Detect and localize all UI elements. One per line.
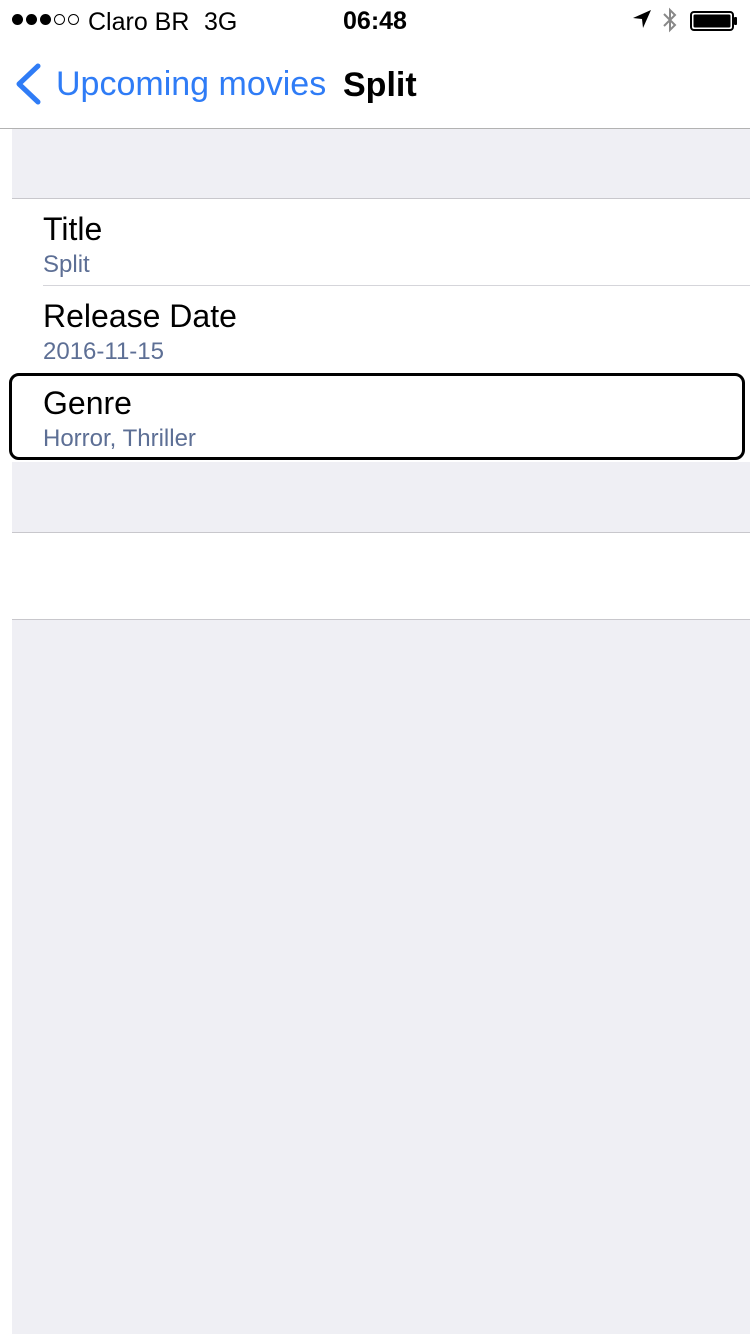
detail-value: Horror, Thriller [43,425,196,452]
location-arrow-icon [633,10,651,28]
empty-table-row[interactable] [12,533,750,620]
page-title: Split [343,66,417,104]
detail-label: Title [43,211,103,247]
detail-row-genre[interactable]: Genre Horror, Thriller [9,373,750,460]
back-button-label: Upcoming movies [56,64,327,103]
section-header [12,129,750,199]
detail-value: Split [43,251,90,278]
table-background [12,620,750,1334]
detail-label: Release Date [43,298,237,334]
detail-label: Genre [43,385,132,421]
bluetooth-icon [663,7,677,33]
status-bar: Claro BR 3G 06:48 [0,0,750,40]
movie-details-table: Title Split Release Date 2016-11-15 Genr… [9,199,750,460]
detail-row-title[interactable]: Title Split [12,199,750,286]
detail-row-release-date[interactable]: Release Date 2016-11-15 [12,286,750,373]
detail-value: 2016-11-15 [43,338,164,365]
navigation-bar: Upcoming movies Split [0,40,750,129]
battery-icon [690,11,737,31]
section-spacer [12,462,750,533]
back-button[interactable]: Upcoming movies [14,62,326,106]
chevron-left-icon [16,63,41,105]
